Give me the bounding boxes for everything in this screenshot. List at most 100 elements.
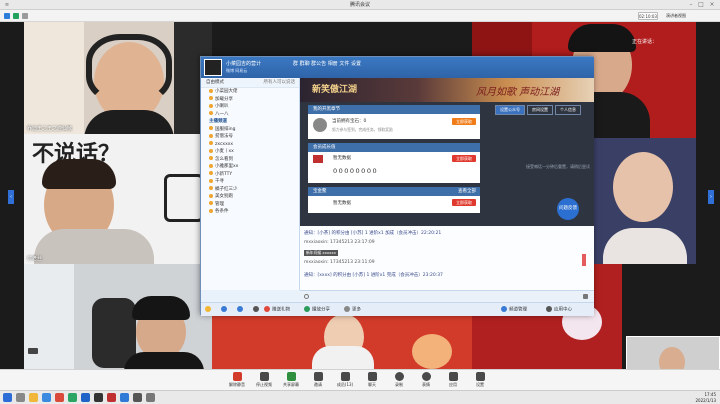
chat-log: 通知：[小茶] 的积分由 [小苏] 1 进阶x1 加成（会员冲击）22:20:2…: [300, 226, 594, 290]
close-icon[interactable]: ×: [709, 2, 715, 8]
list-item[interactable]: 小雅那里xx: [201, 163, 299, 171]
card-header: 会员成长值: [308, 143, 480, 152]
window-title: 腾讯会议: [349, 2, 370, 8]
members-button[interactable]: 成员(13): [330, 372, 360, 388]
list-item[interactable]: 美女别跑: [201, 193, 299, 201]
os-taskbar: 17:45 2022/1/13: [0, 390, 720, 404]
next-page-arrow[interactable]: ›: [708, 190, 714, 204]
maximize-icon[interactable]: □: [698, 2, 704, 8]
volume-button[interactable]: [237, 306, 245, 313]
list-item[interactable]: 主播频道: [201, 118, 299, 126]
wechat-icon[interactable]: [68, 393, 77, 402]
video-tile-5[interactable]: [593, 138, 696, 264]
menu-icon[interactable]: ≡: [4, 2, 10, 8]
more-settings-button[interactable]: 设置: [465, 372, 495, 388]
get-vip-button[interactable]: 立即获取: [452, 155, 476, 162]
list-item[interactable]: 各条件: [201, 208, 299, 216]
chat-message: 通知：[xxxx] 的积分由 [小苏] 1 进阶x1 完成（会员冲击）23:20…: [304, 273, 443, 278]
list-item[interactable]: zxcxxxx: [201, 141, 299, 149]
browser-icon[interactable]: [42, 393, 51, 402]
participant-name: 付老丝: [27, 256, 43, 262]
empty-hint: 接受喊话一分钟后重置，请稍后尝试: [526, 164, 590, 169]
invite-icon: [313, 372, 323, 381]
stop-video-button[interactable]: 停止视频: [249, 372, 279, 388]
list-item[interactable]: 贫僧法号: [201, 133, 299, 141]
card-gold: 宝金鳌 查看全部 暂无数据 立即获取: [308, 187, 480, 213]
card-header: 我的开黑章节: [308, 105, 480, 114]
invite-button[interactable]: 邀请: [303, 372, 333, 388]
card-label: 当前拥有宝石：0: [332, 119, 367, 124]
game-banner[interactable]: 新笑傲江湖 风月如歌 声动江湖: [300, 78, 594, 102]
list-item[interactable]: 小菜园大佬: [201, 88, 299, 96]
mic-button[interactable]: [221, 306, 229, 313]
app-bottom-toolbar: 赠送礼物 播放分享 更多 频道管理 应用中心: [201, 302, 594, 316]
record-button[interactable]: 录制: [384, 372, 414, 388]
steam-icon[interactable]: [94, 393, 103, 402]
list-item[interactable]: 加载分享: [201, 96, 299, 104]
app-titlebar: 小菜园吉的营计 微博 网易云 群 群聊 群公告 相册 文件 设置: [201, 57, 594, 78]
meeting-topbar: 02:10:03 演讲者视图: [0, 10, 720, 22]
search-icon[interactable]: [304, 294, 309, 299]
prev-page-arrow[interactable]: ‹: [8, 190, 14, 204]
help-feedback-button[interactable]: 问题反馈: [557, 198, 579, 220]
meeting-icon[interactable]: [120, 393, 129, 402]
list-item[interactable]: 橘子红三少: [201, 186, 299, 194]
share-screen-button[interactable]: 共享屏幕: [276, 372, 306, 388]
video-tile-1[interactable]: 乔迪王之王之游仙敏: [24, 22, 212, 134]
speaker-view-button[interactable]: 演讲者视图: [666, 12, 700, 20]
gift-button[interactable]: 赠送礼物: [264, 306, 290, 313]
get-gold-button[interactable]: 立即获取: [452, 199, 476, 206]
play-share-button[interactable]: 播放分享: [304, 306, 330, 313]
chat-button[interactable]: 聊天: [357, 372, 387, 388]
list-item[interactable]: 千寻: [201, 178, 299, 186]
get-badge-button[interactable]: 立即获取: [452, 118, 476, 125]
list-item[interactable]: 小麦丨xx: [201, 148, 299, 156]
banner-logo: 新笑傲江湖: [312, 85, 358, 95]
list-item[interactable]: 国服排ing: [201, 126, 299, 134]
app-icon[interactable]: [55, 393, 64, 402]
room-manage-button[interactable]: 频道管理: [501, 306, 527, 313]
minimize-icon[interactable]: –: [688, 2, 694, 8]
group-subtitle: 微博 网易云: [226, 68, 248, 73]
emoji-button[interactable]: [205, 306, 213, 313]
start-icon[interactable]: [3, 393, 12, 402]
lock-icon[interactable]: [22, 13, 28, 19]
netease-icon[interactable]: [107, 393, 116, 402]
system-clock: 17:45 2022/1/13: [695, 392, 716, 403]
scroll-marker[interactable]: [582, 254, 586, 266]
unmute-button[interactable]: 解除静音: [222, 372, 252, 388]
banner-slogan: 风月如歌 声动江湖: [476, 87, 560, 98]
list-item[interactable]: 管理: [201, 201, 299, 209]
tab-personal-info[interactable]: 个人信息: [555, 105, 581, 115]
app-icon[interactable]: [133, 393, 142, 402]
folder-icon[interactable]: [29, 393, 38, 402]
chat-input-bar[interactable]: [300, 290, 594, 302]
video-tile-3[interactable]: [24, 264, 212, 369]
video-tile-2[interactable]: 不说话？ 付老丝: [24, 134, 212, 264]
group-tabs[interactable]: 群 群聊 群公告 相册 文件 设置: [293, 60, 361, 67]
mixer-button[interactable]: [253, 306, 261, 313]
list-item[interactable]: 小喇叭: [201, 103, 299, 111]
record-icon: [394, 372, 404, 381]
emoji-button[interactable]: 表情: [411, 372, 441, 388]
app-center-button[interactable]: 应用中心: [546, 306, 572, 313]
profile-content: 我的开黑章节 当前拥有宝石：0 努力参与签到，完成任务，领取奖励 立即获取 会员…: [300, 102, 594, 226]
member-panel: 自由模式 所有人可以说话 小菜园大佬 加载分享 小喇叭 八一八 主播频道 国服排…: [201, 78, 300, 290]
apps-button[interactable]: 应用: [438, 372, 468, 388]
camera-icon: [259, 372, 269, 381]
list-item[interactable]: 怎么看到: [201, 156, 299, 164]
list-item[interactable]: 八一八: [201, 111, 299, 119]
group-title: 小菜园吉的营计: [226, 61, 262, 67]
card-header: 宝金鳌 查看全部: [308, 187, 480, 196]
tab-public-account[interactable]: 设置公众号: [495, 105, 525, 115]
qq-icon[interactable]: [81, 393, 90, 402]
gear-icon: [475, 372, 485, 381]
settings-icon[interactable]: [583, 294, 588, 299]
more-button[interactable]: 更多: [344, 306, 361, 313]
app-icon[interactable]: [146, 393, 155, 402]
list-item[interactable]: 小新TTY: [201, 171, 299, 179]
search-icon[interactable]: [16, 393, 25, 402]
signal-icon[interactable]: [13, 13, 19, 19]
info-icon[interactable]: [4, 13, 10, 19]
tab-room-settings[interactable]: 房间设置: [527, 105, 553, 115]
